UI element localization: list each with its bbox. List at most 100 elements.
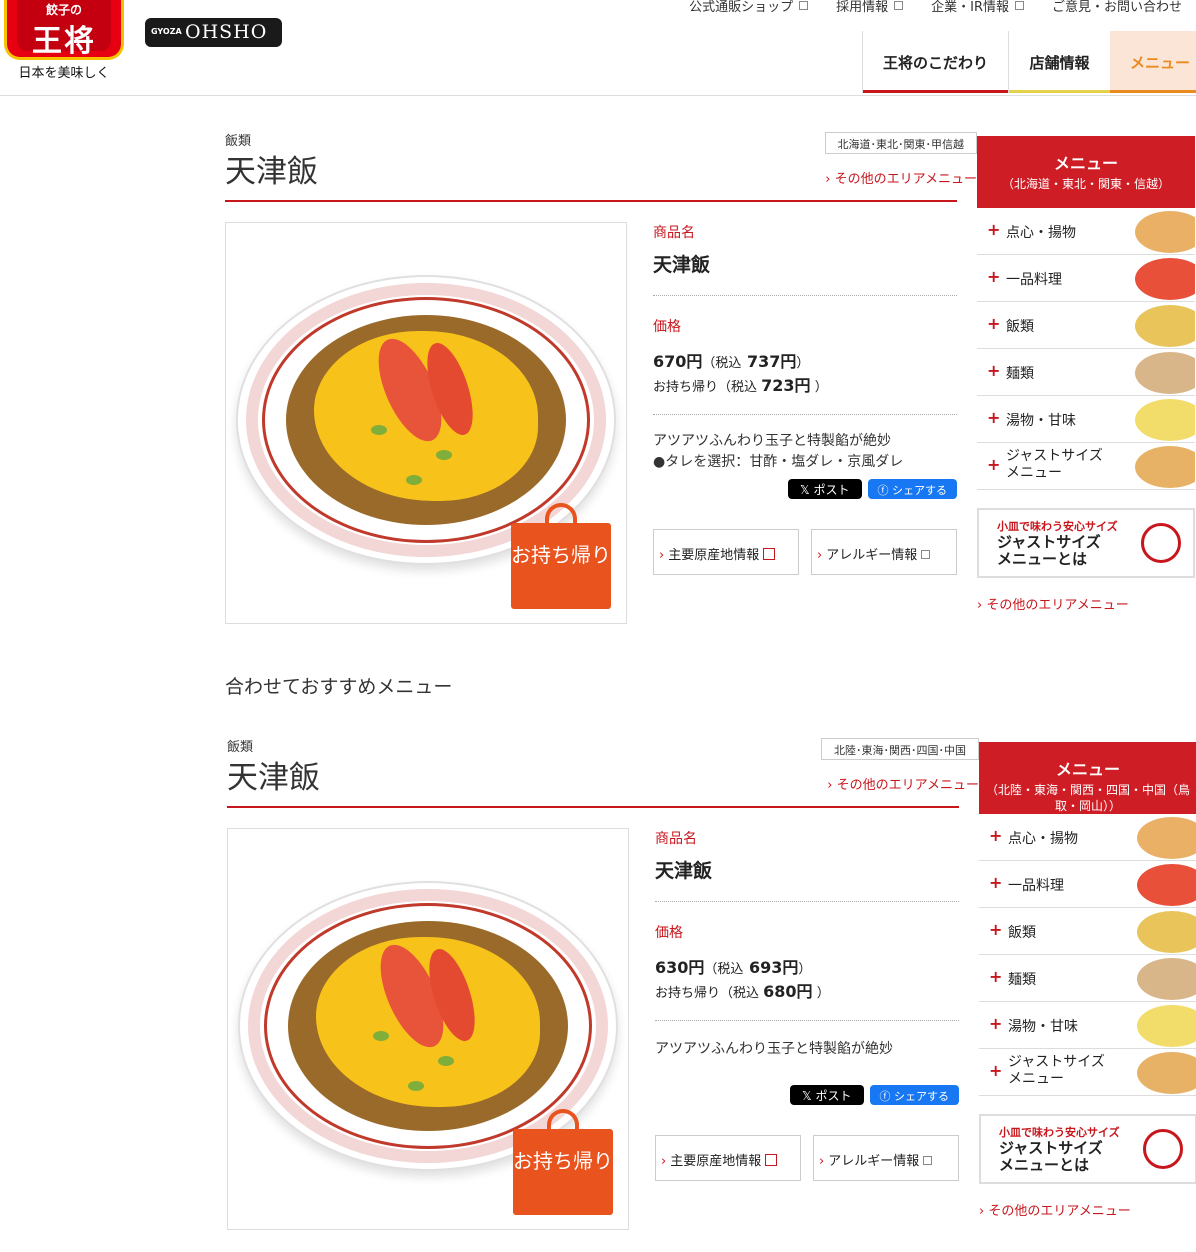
pdf-icon [763, 548, 776, 560]
sidebar-item-justsize[interactable]: + ジャストサイズ メニュー [979, 1049, 1196, 1096]
ramen-thumbnail [1137, 958, 1196, 1000]
top-link-recruit[interactable]: 採用情報 [822, 0, 917, 15]
plus-icon: + [989, 1014, 1003, 1033]
menu-sidebar: メニュー （北陸・東海・関西・四国・中国（鳥取・岡山）） + 点心・揚物 + 一品料… [979, 742, 1196, 1219]
sauce-note: ●タレを選択：甘酢・塩ダレ・京風ダレ [653, 454, 904, 470]
price-dine-in: 670円（税込 737円） [653, 352, 810, 371]
plus-icon: + [989, 873, 1003, 892]
sidebar-title: メニュー [1053, 154, 1118, 173]
plus-icon: + [987, 361, 1001, 380]
sidebar-item-tenshin[interactable]: + 点心・揚物 [979, 814, 1196, 861]
global-nav: 王将のこだわり 店舗情報 メニュー [862, 31, 1196, 93]
sidebar-item-tenshin[interactable]: + 点心・揚物 [977, 208, 1195, 255]
justsize-thumbnail [1135, 446, 1195, 488]
justsize-promo[interactable]: 小皿で味わう安心サイズ ジャストサイズ メニューとは [979, 1114, 1196, 1184]
gyoza-no-ohsho-logo[interactable]: 餃子の 王将 日本を美味しく [2, 0, 126, 82]
product-name: 天津飯 [655, 860, 713, 882]
origin-info-button[interactable]: › 主要原産地情報 [653, 529, 799, 575]
takeout-badge: お持ち帰り [511, 503, 611, 609]
product-name: 天津飯 [653, 254, 711, 276]
allergy-info-button[interactable]: › アレルギー情報 [813, 1135, 959, 1181]
ohsho-gyoza-text: GYOZA [151, 27, 182, 36]
share-buttons: 𝕏 ポスト ⓕ シェアする [788, 479, 957, 499]
recommend-heading: 合わせておすすめメニュー [225, 676, 453, 698]
sidebar-item-noodles[interactable]: + 麺類 [977, 349, 1195, 396]
soup-thumbnail [1137, 1005, 1196, 1047]
price-takeout: お持ち帰り（税込 680円 ） [655, 982, 830, 1001]
plus-icon: + [987, 408, 1001, 427]
description: アツアツふんわり玉子と特製餡が絶妙 [655, 1041, 893, 1057]
gyoza-ohsho-logo[interactable]: GYOZA OHSHO [145, 18, 282, 47]
plus-icon: + [989, 826, 1003, 845]
menu-section-1: 飯類 天津飯 北海道･東北･関東･甲信越 › その他のエリアメニュー お持ち帰り… [225, 130, 1196, 630]
sidebar-header: メニュー （北海道・東北・関東・信越） [977, 136, 1195, 208]
x-post-button[interactable]: 𝕏 ポスト [788, 479, 862, 499]
bag-handle-icon [547, 1109, 579, 1133]
fried-rice-thumbnail [1137, 911, 1196, 953]
justsize-promo[interactable]: 小皿で味わう安心サイズ ジャストサイズ メニューとは [977, 508, 1195, 578]
facebook-share-button[interactable]: ⓕ シェアする [869, 1085, 959, 1105]
divider [655, 901, 959, 902]
promo-title: ジャストサイズ メニューとは [999, 1139, 1103, 1174]
x-post-button[interactable]: 𝕏 ポスト [790, 1085, 864, 1105]
external-link-icon [923, 1156, 933, 1165]
divider [655, 1020, 959, 1021]
top-link-contact[interactable]: ご意見・お問い合わせ [1038, 0, 1196, 15]
sidebar-item-rice[interactable]: + 飯類 [977, 302, 1195, 349]
other-area-link[interactable]: › その他のエリアメニュー [827, 774, 979, 793]
divider [653, 295, 957, 296]
sidebar-item-justsize[interactable]: + ジャストサイズ メニュー [977, 443, 1195, 490]
ohsho-name-text: OHSHO [185, 21, 268, 43]
ramen-thumbnail [1135, 352, 1195, 394]
sidebar-item-noodles[interactable]: + 麺類 [979, 955, 1196, 1002]
nav-kodawari[interactable]: 王将のこだわり [862, 31, 1008, 93]
menu-section-2: 飯類 天津飯 北陸･東海･関西･四国･中国 › その他のエリアメニュー お持ち帰… [227, 736, 1196, 1236]
ebichili-thumbnail [1137, 864, 1196, 906]
origin-info-button[interactable]: › 主要原産地情報 [655, 1135, 801, 1181]
description: アツアツふんわり玉子と特製餡が絶妙 [653, 433, 891, 449]
logo-shield: 餃子の 王将 [4, 0, 124, 60]
sidebar-area: （北陸・東海・関西・四国・中国（鳥取・岡山）） [985, 783, 1190, 813]
fried-rice-thumbnail [1135, 305, 1195, 347]
product-photo: お持ち帰り [227, 828, 629, 1230]
product-info: 商品名 天津飯 価格 630円（税込 693円） お持ち帰り（税込 680円 ）… [655, 828, 959, 1181]
site-header: 餃子の 王将 日本を美味しく GYOZA OHSHO 公式通販ショップ 採用情報… [0, 0, 1196, 96]
price-takeout: お持ち帰り（税込 723円 ） [653, 376, 828, 395]
top-links: 公式通販ショップ 採用情報 企業・IR情報 ご意見・お問い合わせ [675, 0, 1196, 15]
sidebar-item-ippin[interactable]: + 一品料理 [977, 255, 1195, 302]
nav-underline [863, 90, 1008, 93]
external-link-icon [921, 550, 931, 559]
facebook-share-button[interactable]: ⓕ シェアする [867, 479, 957, 499]
sidebar-item-soup[interactable]: + 湯物・甘味 [979, 1002, 1196, 1049]
logo-main-text: 王将 [32, 24, 96, 59]
soup-thumbnail [1135, 399, 1195, 441]
plus-icon: + [989, 920, 1003, 939]
top-link-ir[interactable]: 企業・IR情報 [917, 0, 1038, 15]
sidebar-title: メニュー [1055, 760, 1120, 779]
sidebar-area: （北海道・東北・関東・信越） [1001, 177, 1170, 191]
top-link-shop[interactable]: 公式通販ショップ [675, 0, 822, 15]
product-info: 商品名 天津飯 価格 670円（税込 737円） お持ち帰り（税込 723円 ）… [653, 222, 957, 575]
plus-icon: + [989, 1061, 1003, 1080]
gyoza-thumbnail [1135, 211, 1195, 253]
sidebar-item-ippin[interactable]: + 一品料理 [979, 861, 1196, 908]
promo-subtitle: 小皿で味わう安心サイズ [999, 1126, 1120, 1139]
allergy-info-button[interactable]: › アレルギー情報 [811, 529, 957, 575]
other-area-link[interactable]: › その他のエリアメニュー [825, 168, 977, 187]
sidebar-item-soup[interactable]: + 湯物・甘味 [977, 396, 1195, 443]
sidebar-other-area-link[interactable]: › その他のエリアメニュー [977, 594, 1195, 613]
share-buttons: 𝕏 ポスト ⓕ シェアする [790, 1085, 959, 1105]
menu-sidebar: メニュー （北海道・東北・関東・信越） + 点心・揚物 + 一品料理 + 飯類 + 麺類… [977, 136, 1195, 613]
nav-menu[interactable]: メニュー [1110, 31, 1196, 93]
nav-stores[interactable]: 店舗情報 [1008, 31, 1110, 93]
product-photo: お持ち帰り [225, 222, 627, 624]
area-badge: 北陸･東海･関西･四国･中国 [821, 738, 979, 760]
sidebar-item-rice[interactable]: + 飯類 [979, 908, 1196, 955]
external-link-icon [894, 1, 904, 10]
plus-icon: + [987, 220, 1001, 239]
ebichili-thumbnail [1135, 258, 1195, 300]
gyoza-thumbnail [1137, 817, 1196, 859]
sidebar-other-area-link[interactable]: › その他のエリアメニュー [979, 1200, 1196, 1219]
area-badge: 北海道･東北･関東･甲信越 [824, 132, 977, 154]
external-link-icon [799, 1, 809, 10]
